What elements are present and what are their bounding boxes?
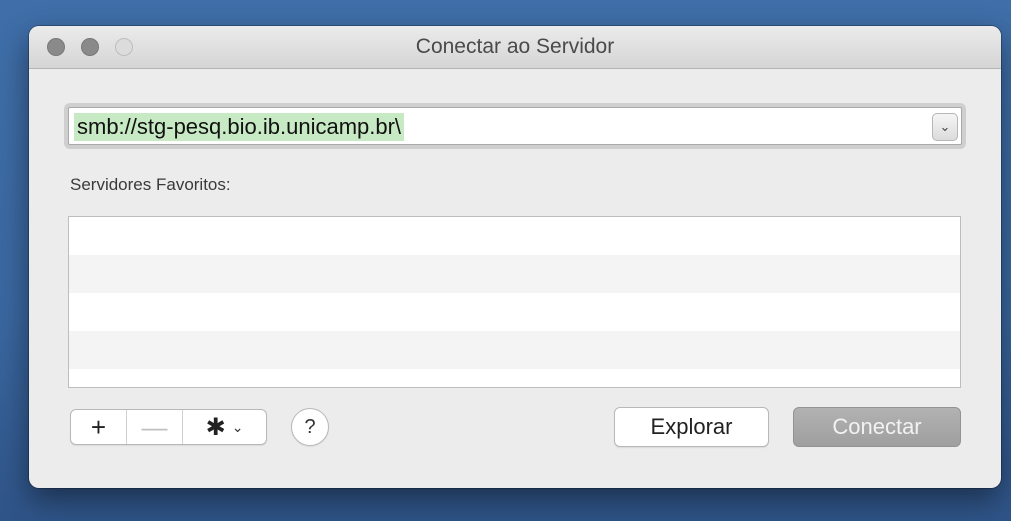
favorites-label: Servidores Favoritos:: [70, 175, 231, 194]
plus-icon: +: [90, 411, 107, 442]
favorites-edit-segmented-control: + — ✱ ⌄: [70, 409, 267, 445]
favorite-servers-list[interactable]: [68, 216, 961, 388]
server-address-field[interactable]: smb://stg-pesq.bio.ib.unicamp.br\ ⌄: [68, 107, 962, 145]
list-row: [69, 255, 960, 293]
help-button[interactable]: ?: [291, 408, 329, 446]
browse-button[interactable]: Explorar: [614, 407, 769, 447]
window-title: Conectar ao Servidor: [415, 35, 615, 58]
list-row: [69, 293, 960, 331]
list-row: [69, 217, 960, 255]
chevron-down-icon: ⌄: [231, 418, 244, 435]
connect-to-server-window: Conectar ao Servidor smb://stg-pesq.bio.…: [29, 26, 1001, 488]
list-row: [69, 331, 960, 369]
remove-favorite-button[interactable]: —: [127, 410, 183, 444]
recent-servers-dropdown-button[interactable]: ⌄: [932, 113, 958, 141]
server-address-combobox[interactable]: smb://stg-pesq.bio.ib.unicamp.br\ ⌄: [64, 103, 966, 149]
action-menu-button[interactable]: ✱ ⌄: [183, 410, 266, 444]
chevron-down-icon: ⌄: [939, 119, 951, 134]
titlebar: Conectar ao Servidor: [29, 26, 1001, 69]
list-row: [69, 369, 960, 387]
question-mark-icon: ?: [304, 415, 316, 438]
add-favorite-button[interactable]: +: [71, 410, 127, 444]
gear-icon: ✱: [205, 413, 226, 441]
server-address-input[interactable]: smb://stg-pesq.bio.ib.unicamp.br\: [74, 113, 405, 141]
connect-button[interactable]: Conectar: [793, 407, 961, 447]
minus-icon: —: [141, 411, 168, 442]
